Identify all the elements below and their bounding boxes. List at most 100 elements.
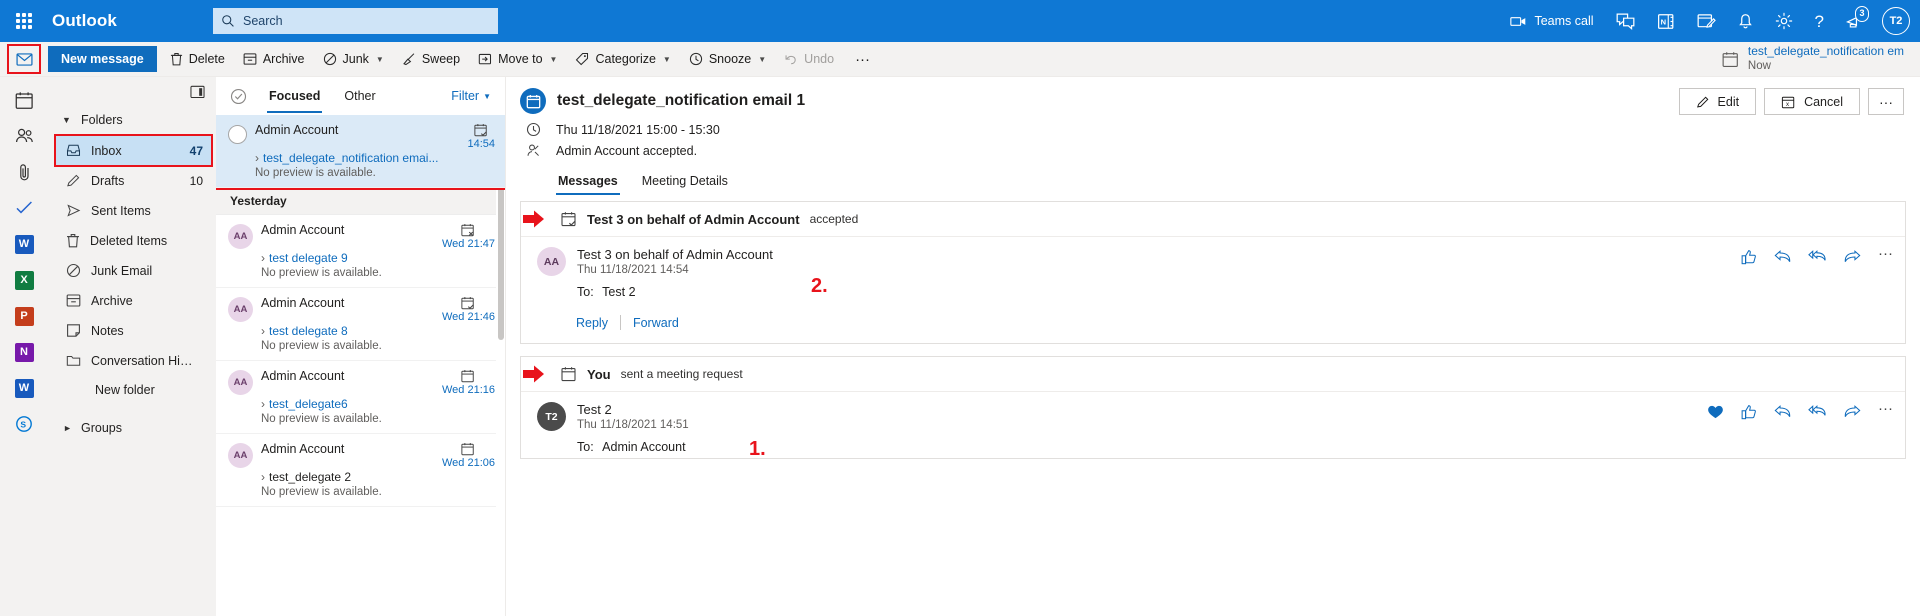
read-toggle[interactable]	[228, 125, 247, 144]
sidebar-item-deleted-items[interactable]: Deleted Items	[56, 226, 211, 255]
sidebar-item-count: 47	[189, 143, 203, 158]
sidebar-item-label: Junk Email	[91, 263, 153, 278]
reply-icon[interactable]	[1774, 404, 1791, 419]
reaction-icon[interactable]	[1707, 404, 1724, 420]
powerpoint-icon: P	[14, 306, 34, 326]
onenote-button[interactable]: N	[1646, 0, 1686, 42]
thread-action-icons: ···	[1707, 401, 1893, 454]
filter-button[interactable]: Filter ▼	[451, 89, 495, 103]
new-message-button[interactable]: New message	[48, 46, 157, 72]
folder-icon	[66, 353, 81, 368]
toolbar-undo[interactable]: Undo	[775, 44, 843, 74]
rail-item-onenote[interactable]: N	[4, 335, 44, 369]
notification-toast[interactable]: test_delegate_notification em Now	[1722, 44, 1920, 73]
reply-all-icon[interactable]	[1808, 249, 1826, 264]
rail-item-word2[interactable]: W	[4, 371, 44, 405]
search-box[interactable]	[213, 8, 498, 34]
calendar-cancel-icon: x	[1781, 95, 1796, 109]
rail-item-excel[interactable]: X	[4, 263, 44, 297]
list-item-body: Admin Account Wed 21:06 › test_delegate …	[261, 442, 495, 498]
tab-other[interactable]: Other	[332, 78, 387, 114]
app-launcher-button[interactable]	[0, 0, 48, 42]
toolbar-move-to[interactable]: Move to ▼	[469, 44, 566, 74]
list-item-sender: Admin Account	[261, 442, 345, 456]
word2-icon: W	[14, 378, 34, 398]
sidebar-item-drafts[interactable]: Drafts 10	[56, 166, 211, 195]
message-list-scrollbar[interactable]: ▲	[496, 115, 505, 616]
chevron-right-icon[interactable]: ›	[261, 324, 265, 338]
rail-item-todo[interactable]	[4, 191, 44, 225]
thread-header: Test 3 on behalf of Admin Account accept…	[521, 202, 1905, 237]
thread-header: You sent a meeting request	[521, 357, 1905, 392]
settings-button[interactable]	[1764, 0, 1804, 42]
chevron-right-icon[interactable]: ›	[261, 470, 265, 484]
tab-messages[interactable]: Messages	[546, 168, 630, 195]
edit-button[interactable]: Edit	[1678, 88, 1757, 115]
like-icon[interactable]	[1741, 249, 1757, 265]
list-item[interactable]: Admin Account 14:54 › test_delegate_noti…	[216, 115, 505, 190]
search-input[interactable]	[243, 14, 490, 28]
sidebar-item-junk-email[interactable]: Junk Email	[56, 256, 211, 285]
list-item[interactable]: AA Admin Account Wed 21:06 › test_delega…	[216, 434, 505, 507]
list-item-sender: Admin Account	[261, 223, 345, 237]
avatar[interactable]: T2	[1882, 7, 1910, 35]
toolbar-archive[interactable]: Archive	[234, 44, 314, 74]
forward-link[interactable]: Forward	[633, 316, 679, 330]
sidebar-item-inbox[interactable]: Inbox 47	[54, 134, 213, 167]
avatar: T2	[537, 402, 566, 431]
list-item[interactable]: AA Admin Account Wed 21:46 › test delega…	[216, 288, 505, 361]
rail-item-word[interactable]: W	[4, 227, 44, 261]
rail-item-powerpoint[interactable]: P	[4, 299, 44, 333]
toolbar-snooze[interactable]: Snooze ▼	[680, 44, 775, 74]
chevron-right-icon[interactable]: ›	[255, 151, 259, 165]
sidebar-item-label: Deleted Items	[90, 233, 168, 248]
more-icon[interactable]: ···	[1878, 401, 1893, 415]
folders-group-header[interactable]: ▼ Folders	[48, 105, 216, 135]
chat-button[interactable]	[1605, 0, 1646, 42]
forward-icon[interactable]	[1843, 249, 1861, 264]
list-item[interactable]: AA Admin Account Wed 21:16 › test_delega…	[216, 361, 505, 434]
toolbar-delete[interactable]: Delete	[161, 44, 234, 74]
list-item[interactable]: AA Admin Account Wed 21:47 › test delega…	[216, 215, 505, 288]
toolbar-categorize[interactable]: Categorize ▼	[566, 44, 679, 74]
help-button[interactable]: ?	[1804, 0, 1835, 42]
mail-app-button[interactable]	[7, 44, 41, 74]
reply-icon[interactable]	[1774, 249, 1791, 264]
sidebar-item-notes[interactable]: Notes	[56, 316, 211, 345]
reply-link[interactable]: Reply	[576, 316, 608, 330]
tab-focused[interactable]: Focused	[257, 78, 332, 114]
list-item-preview: No preview is available.	[261, 340, 382, 352]
cancel-button[interactable]: x Cancel	[1764, 88, 1860, 115]
select-all-icon[interactable]	[230, 88, 247, 105]
chevron-right-icon[interactable]: ›	[261, 251, 265, 265]
rail-item-people[interactable]	[4, 119, 44, 153]
forward-icon[interactable]	[1843, 404, 1861, 419]
rail-item-files[interactable]	[4, 155, 44, 189]
help-icon: ?	[1814, 11, 1824, 31]
tab-meeting-details[interactable]: Meeting Details	[630, 168, 740, 195]
toolbar-snooze-label: Snooze	[708, 52, 752, 66]
todo-button[interactable]	[1686, 0, 1727, 42]
edit-button-label: Edit	[1717, 94, 1740, 109]
rail-item-skype[interactable]: S	[4, 407, 44, 441]
more-icon[interactable]: ···	[1878, 246, 1893, 260]
like-icon[interactable]	[1741, 404, 1757, 420]
sidebar-item-sent-items[interactable]: Sent Items	[56, 196, 211, 225]
rail-item-calendar[interactable]	[4, 83, 44, 117]
toolbar-overflow[interactable]: ···	[843, 44, 882, 74]
collapse-pane-button[interactable]	[186, 81, 208, 103]
top-header-bar: Outlook Teams call N	[0, 0, 1920, 42]
notifications-button[interactable]	[1727, 0, 1764, 42]
sidebar-item-archive[interactable]: Archive	[56, 286, 211, 315]
more-actions-button[interactable]: ···	[1868, 88, 1904, 115]
sidebar-item-conversation-history[interactable]: Conversation His...	[56, 346, 211, 375]
teams-call-button[interactable]: Teams call	[1499, 0, 1604, 42]
feedback-button[interactable]: 3	[1835, 0, 1876, 42]
toolbar-sweep[interactable]: Sweep	[393, 44, 469, 74]
new-folder-button[interactable]: New folder	[48, 376, 216, 397]
groups-header[interactable]: ▼ Groups	[48, 413, 216, 443]
reply-all-icon[interactable]	[1808, 404, 1826, 419]
chevron-right-icon[interactable]: ›	[261, 397, 265, 411]
toolbar-junk[interactable]: Junk ▼	[314, 44, 393, 74]
onenote-icon: N	[1657, 13, 1675, 30]
